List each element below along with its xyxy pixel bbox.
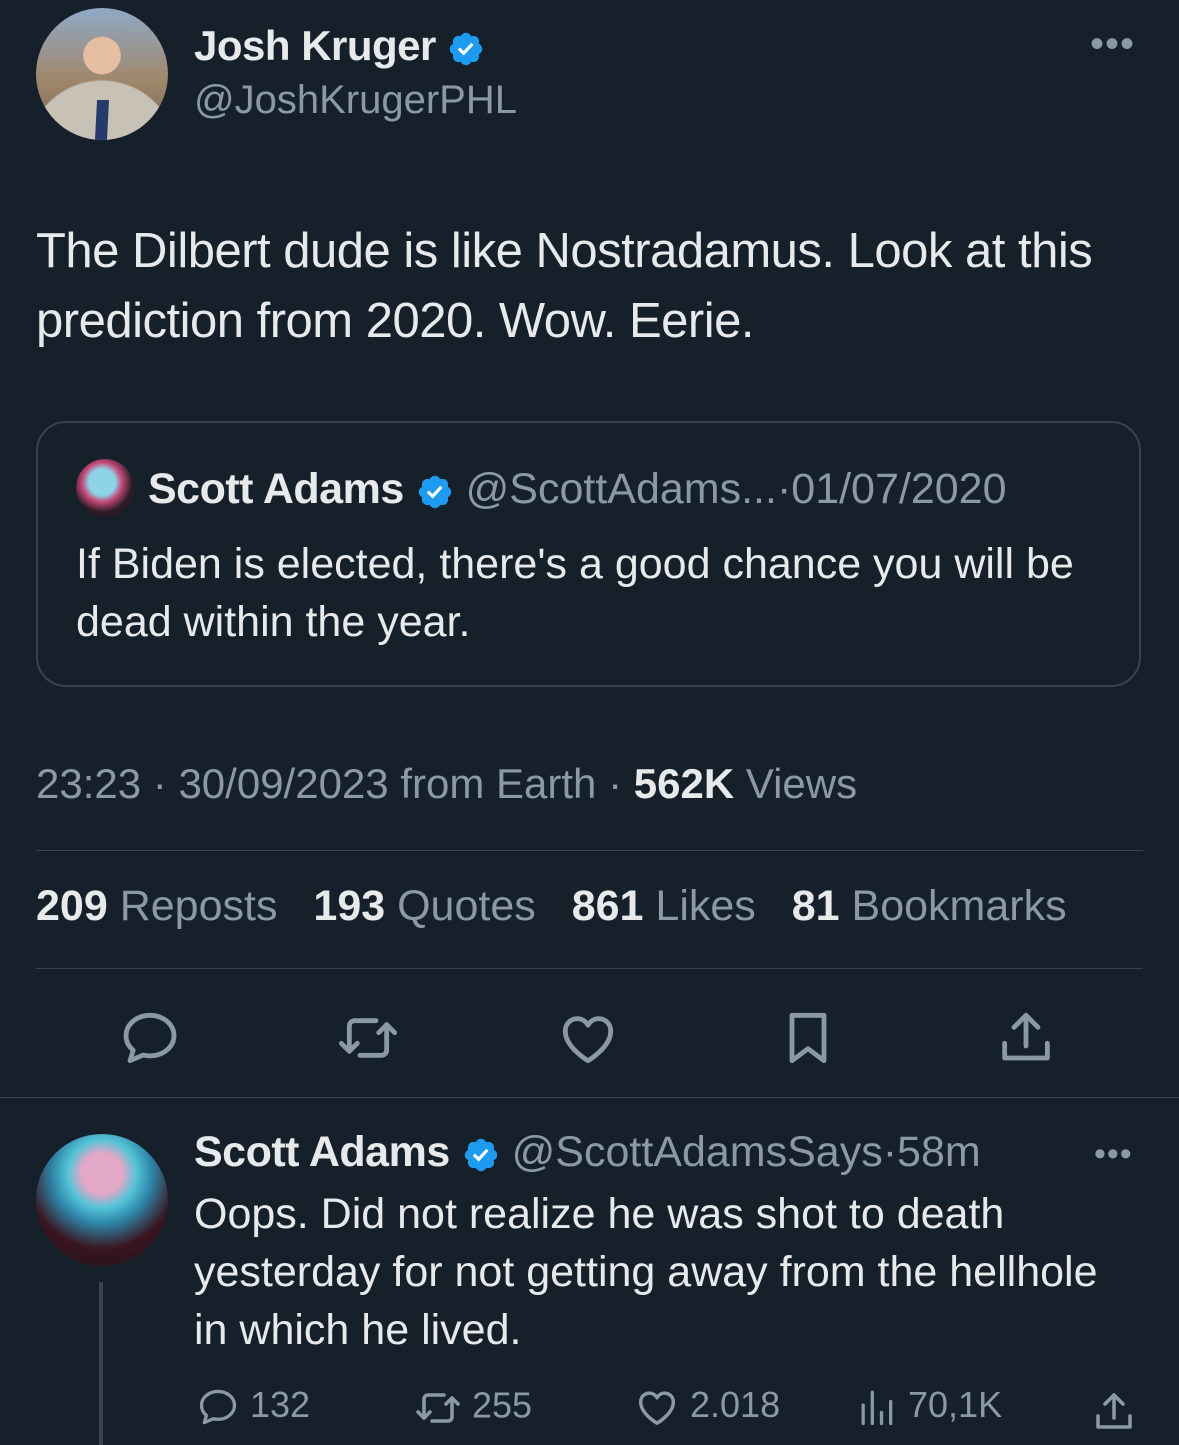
quoted-tweet-card[interactable]: Scott Adams @ScottAdams...·01/07/2020 If… bbox=[36, 421, 1141, 687]
reply-replies-button[interactable]: 132 bbox=[196, 1384, 310, 1429]
quote-date: 01/07/2020 bbox=[791, 465, 1007, 513]
tweet-source: from Earth bbox=[400, 760, 597, 807]
divider bbox=[36, 850, 1143, 851]
like-icon bbox=[638, 1391, 676, 1426]
tweet-stats: 209 Reposts 193 Quotes 861 Likes 81 Book… bbox=[36, 882, 1091, 931]
quote-author-avatar bbox=[76, 459, 134, 517]
reply-author-name[interactable]: Scott Adams bbox=[194, 1128, 450, 1176]
views-label: Views bbox=[745, 760, 858, 807]
like-count: 2.018 bbox=[690, 1384, 781, 1425]
views-icon bbox=[861, 1391, 893, 1426]
reposts-stat[interactable]: 209 Reposts bbox=[36, 882, 277, 930]
bookmarks-stat[interactable]: 81 Bookmarks bbox=[792, 882, 1067, 930]
more-options-button[interactable]: ••• bbox=[1090, 24, 1135, 64]
tweet-date[interactable]: 30/09/2023 bbox=[178, 760, 388, 807]
separator-dot: · bbox=[882, 1128, 898, 1176]
verified-badge-icon bbox=[418, 475, 451, 508]
reply-icon[interactable] bbox=[118, 1006, 182, 1070]
reply-text: Oops. Did not realize he was shot to dea… bbox=[194, 1190, 1098, 1354]
reposts-count: 209 bbox=[36, 882, 108, 930]
author-handle[interactable]: @JoshKrugerPHL bbox=[194, 78, 517, 123]
reply-header: Scott Adams @ScottAdamsSays·58m bbox=[194, 1128, 981, 1177]
like-icon[interactable] bbox=[556, 1006, 620, 1070]
tweet-time[interactable]: 23:23 bbox=[36, 760, 141, 807]
quotes-count: 193 bbox=[313, 882, 386, 930]
reply-like-button[interactable]: 2.018 bbox=[634, 1384, 780, 1430]
reply-repost-button[interactable]: 255 bbox=[414, 1384, 532, 1432]
quote-header: Scott Adams @ScottAdams...·01/07/2020 bbox=[148, 465, 1007, 514]
bookmarks-label: Bookmarks bbox=[851, 882, 1067, 930]
reposts-label: Reposts bbox=[119, 882, 278, 930]
likes-stat[interactable]: 861 Likes bbox=[572, 882, 756, 930]
separator-dot: · bbox=[152, 760, 167, 807]
reply-count: 132 bbox=[250, 1384, 311, 1425]
likes-count: 861 bbox=[571, 882, 644, 930]
thread-line bbox=[99, 1282, 103, 1445]
likes-label: Likes bbox=[655, 882, 756, 930]
share-icon[interactable] bbox=[994, 1006, 1058, 1070]
repost-count: 255 bbox=[472, 1384, 533, 1426]
quote-text: If Biden is elected, there's a good chan… bbox=[76, 540, 1074, 646]
divider bbox=[36, 968, 1143, 969]
repost-icon bbox=[416, 1393, 460, 1423]
views-count: 562K bbox=[633, 760, 735, 807]
repost-icon[interactable] bbox=[336, 1006, 400, 1070]
quote-author-handle: @ScottAdams... bbox=[465, 465, 777, 513]
quote-author-name: Scott Adams bbox=[148, 465, 404, 513]
reply-icon bbox=[199, 1390, 237, 1425]
separator-dot: · bbox=[776, 465, 792, 513]
quotes-label: Quotes bbox=[397, 882, 536, 930]
reply-more-options-button[interactable]: ••• bbox=[1094, 1137, 1133, 1171]
divider bbox=[0, 1097, 1179, 1098]
reply-time[interactable]: 58m bbox=[897, 1128, 981, 1176]
reply-views-button[interactable]: 70,1K bbox=[854, 1384, 1002, 1429]
verified-badge-icon bbox=[464, 1138, 497, 1171]
separator-dot: · bbox=[608, 760, 623, 807]
reply-author-handle[interactable]: @ScottAdamsSays bbox=[512, 1128, 883, 1176]
quotes-stat[interactable]: 193 Quotes bbox=[313, 882, 535, 930]
author-name-row[interactable]: Josh Kruger bbox=[194, 22, 485, 70]
verified-badge-icon bbox=[449, 32, 483, 66]
author-name[interactable]: Josh Kruger bbox=[194, 22, 436, 69]
tweet-meta: 23:23 · 30/09/2023 from Earth · 562K Vie… bbox=[36, 760, 857, 808]
tweet-text: The Dilbert dude is like Nostradamus. Lo… bbox=[36, 224, 1093, 348]
author-avatar[interactable] bbox=[36, 8, 168, 140]
share-icon[interactable] bbox=[1090, 1388, 1138, 1436]
bookmarks-count: 81 bbox=[791, 882, 840, 930]
bookmark-icon[interactable] bbox=[776, 1006, 840, 1070]
reply-author-avatar[interactable] bbox=[36, 1134, 168, 1266]
views-count: 70,1K bbox=[908, 1384, 1003, 1425]
